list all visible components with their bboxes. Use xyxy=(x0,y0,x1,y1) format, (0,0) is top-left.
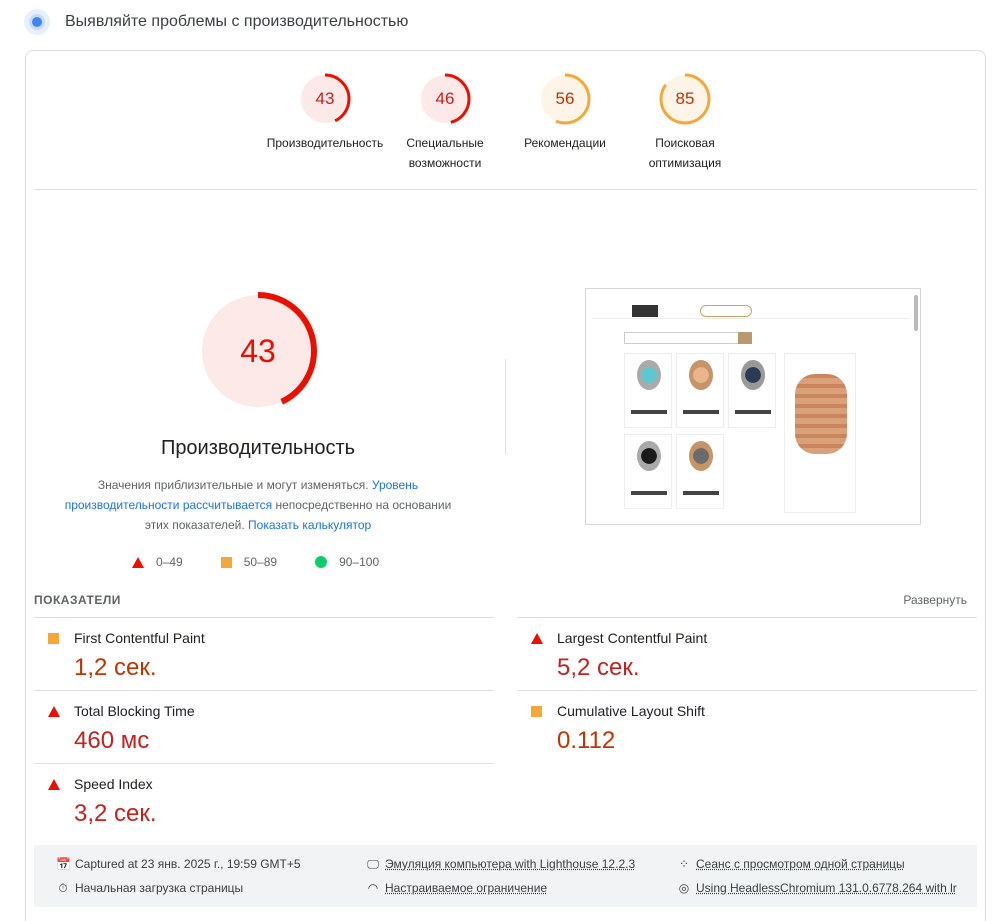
gauge-seo-label-2: оптимизация xyxy=(648,156,722,170)
vertical-separator xyxy=(505,359,506,455)
category-gauges: 43 Производительность 46 Специальные возм… xyxy=(26,73,987,183)
section-header: Выявляйте проблемы с производительностью xyxy=(24,9,408,35)
gauge-accessibility[interactable]: 46 Специальные возможности xyxy=(380,73,510,173)
product-tile xyxy=(624,434,672,509)
wifi-icon: ◠ xyxy=(367,881,379,895)
average-square-icon xyxy=(48,633,59,644)
footer-browser-text: Using HeadlessChromium 131.0.6778.264 wi… xyxy=(696,881,957,895)
metric-fcp-value: 1,2 сек. xyxy=(74,654,157,681)
footer-throttling-text: Настраиваемое ограничение xyxy=(385,881,548,895)
legend-good: 90–100 xyxy=(339,555,380,569)
footer-session[interactable]: ⁘ Сеанс с просмотром одной страницы xyxy=(677,855,905,873)
footer-throttling[interactable]: ◠ Настраиваемое ограничение xyxy=(366,879,547,897)
gauge-best-practices[interactable]: 56 Рекомендации xyxy=(500,73,630,153)
site-button-image xyxy=(700,305,752,317)
performance-score: 43 xyxy=(240,333,276,369)
section-title: Выявляйте проблемы с производительностью xyxy=(65,13,409,30)
performance-title: Производительность xyxy=(160,437,356,459)
metrics-column-left: First Contentful Paint 1,2 сек. Total Bl… xyxy=(34,617,494,836)
gauge-seo[interactable]: 85 Поисковая оптимизация xyxy=(620,73,750,173)
footer-browser[interactable]: ◎ Using HeadlessChromium 131.0.6778.264 … xyxy=(677,879,957,897)
product-tile xyxy=(728,353,776,428)
gauge-best-practices-score: 56 xyxy=(555,89,575,108)
product-tile xyxy=(624,353,672,428)
divider xyxy=(34,189,977,190)
gauge-performance-score: 43 xyxy=(315,89,335,108)
metric-si-value: 3,2 сек. xyxy=(74,800,157,827)
gauge-accessibility-label-2: возможности xyxy=(408,156,482,170)
chrome-icon: ◎ xyxy=(678,881,690,895)
desktop-icon: 🖵 xyxy=(367,857,379,871)
metric-si-name: Speed Index xyxy=(74,776,153,792)
metric-tbt: Total Blocking Time 460 мс xyxy=(34,690,494,763)
metric-cls-name: Cumulative Layout Shift xyxy=(557,703,705,719)
screenshot-scrollbar xyxy=(914,295,918,331)
footer-emulation[interactable]: 🖵 Эмуляция компьютера with Lighthouse 12… xyxy=(366,855,635,873)
metric-cls: Cumulative Layout Shift 0.112 xyxy=(517,690,977,763)
gauge-seo-label-1: Поисковая xyxy=(655,136,715,150)
calendar-icon: 📅 xyxy=(56,857,71,871)
gauge-performance-label: Производительность xyxy=(266,136,384,150)
screenshot-site-header xyxy=(592,295,910,319)
metric-lcp-name: Largest Contentful Paint xyxy=(557,630,708,646)
site-search-button-image xyxy=(738,332,752,344)
report-card: 43 Производительность 46 Специальные возм… xyxy=(25,50,986,921)
metric-cls-value: 0.112 xyxy=(557,727,616,754)
runtime-settings: 📅 Captured at 23 янв. 2025 г., 19:59 GMT… xyxy=(34,845,977,907)
footer-captured: 📅 Captured at 23 янв. 2025 г., 19:59 GMT… xyxy=(56,855,301,873)
poor-triangle-icon xyxy=(48,779,60,790)
good-circle-icon xyxy=(315,556,328,568)
metric-lcp: Largest Contentful Paint 5,2 сек. xyxy=(517,617,977,690)
gauge-best-practices-label: Рекомендации xyxy=(524,136,606,150)
legend-average: 50–89 xyxy=(243,555,278,569)
footer-load: ⏱ Начальная загрузка страницы xyxy=(56,879,243,897)
metric-lcp-value: 5,2 сек. xyxy=(557,654,640,681)
metrics-column-right: Largest Contentful Paint 5,2 сек. Cumula… xyxy=(517,617,977,763)
legend-poor: 0–49 xyxy=(156,555,183,569)
footer-load-text: Начальная загрузка страницы xyxy=(75,881,244,895)
metrics-header: ПОКАЗАТЕЛИ xyxy=(34,593,121,607)
users-icon: ⁘ xyxy=(678,857,690,871)
footer-session-text: Сеанс с просмотром одной страницы xyxy=(696,857,905,871)
score-legend: 0–49 50–89 90–100 xyxy=(132,553,417,571)
average-square-icon xyxy=(220,556,232,568)
gauge-accessibility-label-1: Специальные xyxy=(406,136,484,150)
gauge-seo-score: 85 xyxy=(675,89,695,108)
metric-tbt-name: Total Blocking Time xyxy=(74,703,195,719)
footer-emulation-text: Эмуляция компьютера with Lighthouse 12.2… xyxy=(385,857,636,871)
site-search-image xyxy=(624,332,752,344)
gauge-accessibility-score: 46 xyxy=(435,89,455,108)
poor-triangle-icon xyxy=(48,706,60,717)
poor-triangle-icon xyxy=(531,633,543,644)
metric-si: Speed Index 3,2 сек. xyxy=(34,763,494,836)
metric-fcp-name: First Contentful Paint xyxy=(74,630,205,646)
gauge-performance[interactable]: 43 Производительность xyxy=(260,73,390,153)
expand-metrics-button[interactable]: Развернуть xyxy=(903,593,967,607)
performance-description: Значения приблизительные и могут изменят… xyxy=(54,475,462,535)
product-tile-large xyxy=(784,353,856,513)
desc-text-1: Значения приблизительные и могут изменят… xyxy=(97,478,372,492)
product-tile xyxy=(676,353,724,428)
footer-captured-text: Captured at 23 янв. 2025 г., 19:59 GMT+5 xyxy=(75,857,301,871)
timer-icon: ⏱ xyxy=(58,881,68,895)
diagnostics-icon xyxy=(24,9,50,35)
product-tile xyxy=(676,434,724,509)
show-calculator-link[interactable]: Показать калькулятор xyxy=(248,518,371,532)
site-logo-image xyxy=(632,305,658,317)
average-square-icon xyxy=(531,706,542,717)
poor-triangle-icon xyxy=(132,556,144,568)
metric-tbt-value: 460 мс xyxy=(74,727,150,754)
final-screenshot[interactable] xyxy=(585,288,921,525)
metric-fcp: First Contentful Paint 1,2 сек. xyxy=(34,617,494,690)
